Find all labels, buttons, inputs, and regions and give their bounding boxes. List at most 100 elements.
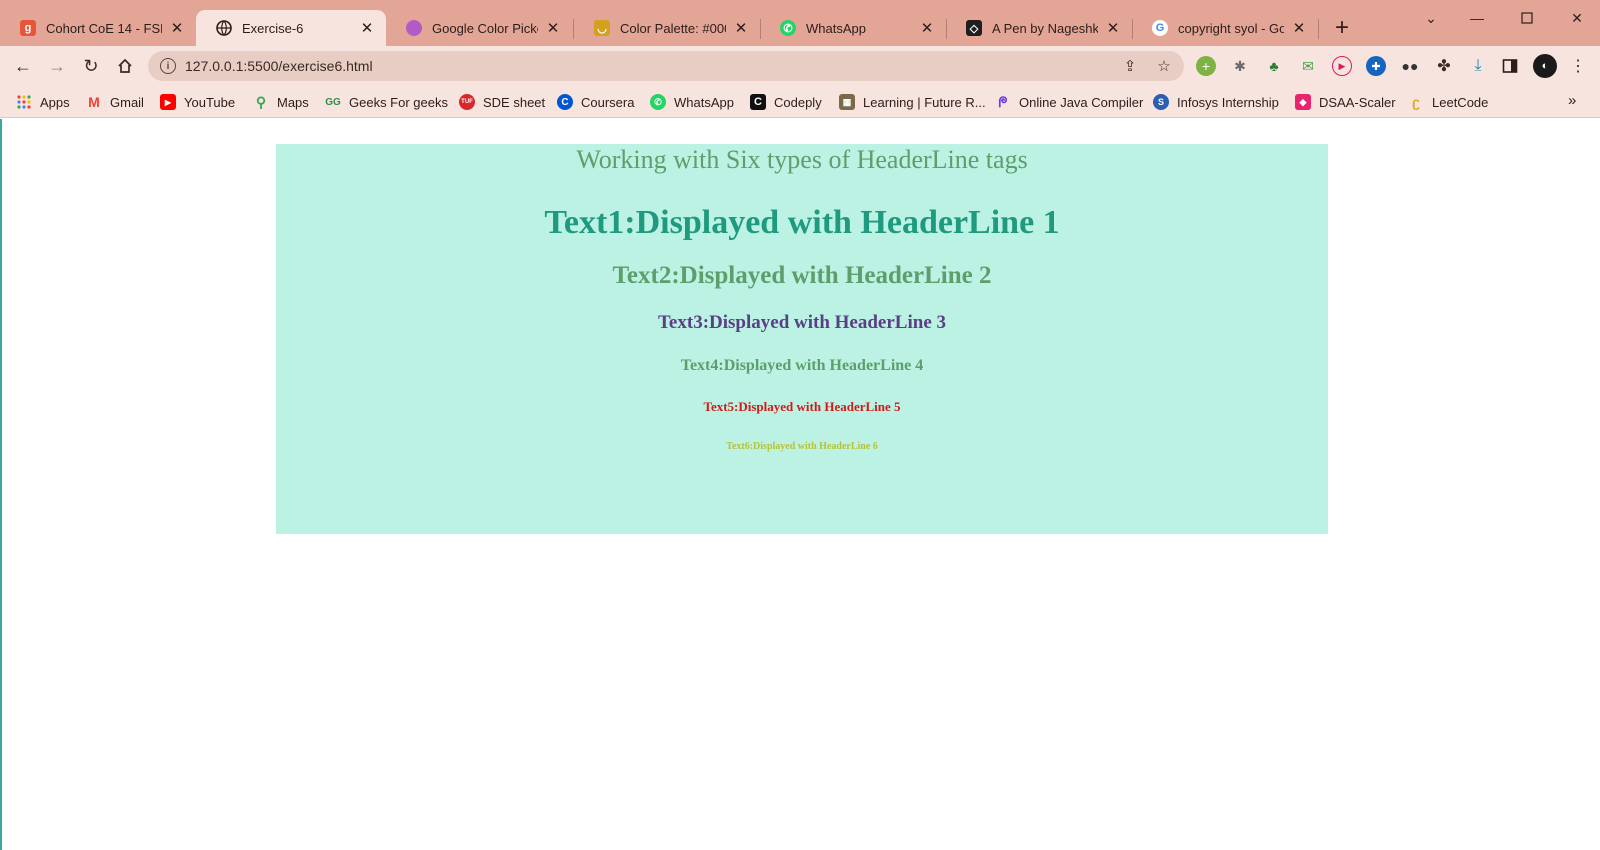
close-icon[interactable]: ✕ — [358, 19, 376, 37]
bookmark-label: LeetCode — [1432, 94, 1489, 110]
extension-play-icon[interactable]: ▶ — [1332, 56, 1352, 76]
close-icon[interactable]: ✕ — [1104, 19, 1122, 37]
extension-plus-icon[interactable]: + — [1196, 56, 1216, 76]
youtube-icon: ▶ — [160, 94, 176, 110]
paint-pot-icon: ◡ — [594, 20, 610, 36]
maximize-icon[interactable] — [1512, 8, 1542, 28]
extension-glasses-icon[interactable]: ●● — [1400, 56, 1420, 76]
heading-4: Text4:Displayed with HeaderLine 4 — [680, 357, 924, 374]
maps-pin-icon: ⚲ — [255, 93, 267, 110]
tab-title: Color Palette: #00000 — [620, 20, 726, 36]
browser-toolbar: ← → ↻ i 127.0.0.1:5500/exercise6.html ⇪ … — [0, 46, 1600, 86]
side-panel-icon[interactable] — [1500, 56, 1520, 76]
bookmark-codeply[interactable]: C Codeply — [750, 92, 822, 112]
scaler-icon: ◆ — [1295, 94, 1311, 110]
bookmark-label: Learning | Future R... — [863, 94, 986, 110]
tab-strip: g Cohort CoE 14 - FSD ✕ Exercise-6 ✕ Goo… — [0, 0, 1600, 46]
bookmark-java-compiler[interactable]: ᖘ Online Java Compiler — [995, 92, 1143, 112]
tab-cohort[interactable]: g Cohort CoE 14 - FSD ✕ — [0, 10, 196, 46]
bookmark-future-learning[interactable]: ▦ Learning | Future R... — [839, 92, 986, 112]
tab-title: WhatsApp — [806, 20, 866, 36]
minimize-icon[interactable]: — — [1462, 8, 1492, 28]
bookmark-label: Geeks For geeks — [349, 94, 448, 110]
share-icon[interactable]: ⇪ — [1120, 56, 1140, 76]
tab-title: A Pen by Nageshkass — [992, 20, 1098, 36]
leetcode-icon: ʗ — [1412, 94, 1420, 110]
close-icon[interactable]: ✕ — [544, 19, 562, 37]
bookmark-label: Gmail — [110, 94, 144, 110]
extension-cross-icon[interactable]: ✚ — [1366, 56, 1386, 76]
bookmark-star-icon[interactable]: ☆ — [1154, 56, 1174, 76]
bookmark-label: Infosys Internship — [1177, 94, 1279, 110]
bookmark-youtube[interactable]: ▶ YouTube — [160, 92, 235, 112]
bookmark-whatsapp[interactable]: ✆ WhatsApp — [650, 92, 734, 112]
site-info-icon[interactable]: i — [160, 58, 176, 74]
close-icon[interactable]: ✕ — [918, 19, 936, 37]
bookmark-label: DSAA-Scaler — [1319, 94, 1396, 110]
tab-exercise-6[interactable]: Exercise-6 ✕ — [196, 10, 386, 46]
heading-5: Text5:Displayed with HeaderLine 5 — [703, 399, 901, 414]
bookmark-leetcode[interactable]: ʗ LeetCode — [1408, 92, 1488, 112]
google-icon: G — [1152, 20, 1168, 36]
bookmark-label: Coursera — [581, 94, 635, 110]
bookmark-label: Online Java Compiler — [1019, 94, 1144, 110]
tab-color-palette[interactable]: ◡ Color Palette: #00000 ✕ — [574, 10, 760, 46]
tab-title: Google Color Picker | — [432, 20, 538, 36]
bookmark-apps[interactable]: Apps — [16, 92, 70, 112]
java-compiler-icon: ᖘ — [998, 93, 1008, 110]
header-tags-panel: Working with Six types of HeaderLine tag… — [276, 144, 1328, 534]
tab-title: copyright syol - Goo — [1178, 20, 1284, 36]
extension-inbox-icon[interactable]: ✉ — [1298, 56, 1318, 76]
download-icon[interactable]: ⤓ — [1468, 56, 1488, 76]
apps-grid-icon — [16, 94, 32, 110]
whatsapp-icon: ✆ — [780, 20, 796, 36]
future-icon: ▦ — [839, 94, 855, 110]
tab-search-icon[interactable]: ⌄ — [1416, 8, 1446, 28]
bookmarks-bar: Apps M Gmail ▶ YouTube ⚲ Maps GG Geeks F… — [0, 86, 1600, 118]
bookmark-label: Maps — [277, 94, 309, 110]
extension-bug-icon[interactable]: ✱ — [1230, 56, 1250, 76]
tab-whatsapp[interactable]: ✆ WhatsApp ✕ — [760, 10, 946, 46]
bookmark-maps[interactable]: ⚲ Maps — [253, 92, 309, 112]
heading-6: Text6:Displayed with HeaderLine 6 — [726, 441, 878, 452]
bookmark-scaler[interactable]: ◆ DSAA-Scaler — [1295, 92, 1396, 112]
bookmark-infosys[interactable]: S Infosys Internship — [1153, 92, 1279, 112]
codepen-icon: ◇ — [966, 20, 982, 36]
bookmark-geeks-for-geeks[interactable]: GG Geeks For geeks — [325, 92, 448, 112]
page-caption: Working with Six types of HeaderLine tag… — [576, 145, 1028, 174]
extension-tree-icon[interactable]: ♣ — [1264, 56, 1284, 76]
bookmark-sde-sheet[interactable]: TUF SDE sheet — [459, 92, 545, 112]
back-icon[interactable]: ← — [9, 52, 37, 80]
reload-icon[interactable]: ↻ — [77, 52, 105, 80]
bookmark-label: WhatsApp — [674, 94, 734, 110]
coursera-icon: C — [557, 94, 573, 110]
forward-icon[interactable]: → — [43, 52, 71, 80]
tab-title: Exercise-6 — [242, 20, 304, 36]
bookmark-coursera[interactable]: C Coursera — [557, 92, 634, 112]
bookmark-gmail[interactable]: M Gmail — [86, 92, 144, 112]
address-bar[interactable]: i 127.0.0.1:5500/exercise6.html ⇪ ☆ — [148, 51, 1184, 81]
home-icon[interactable] — [111, 52, 139, 80]
heading-1: Text1:Displayed with HeaderLine 1 — [544, 204, 1060, 241]
gfg-icon: GG — [325, 96, 341, 108]
codeply-icon: C — [750, 94, 766, 110]
tab-google-color-picker[interactable]: Google Color Picker | ✕ — [386, 10, 572, 46]
close-icon[interactable]: ✕ — [732, 19, 750, 37]
extensions-puzzle-icon[interactable]: ✤ — [1434, 56, 1454, 76]
close-icon[interactable]: ✕ — [1290, 19, 1308, 37]
whatsapp-icon: ✆ — [650, 94, 666, 110]
profile-avatar[interactable]: ◐ — [1533, 54, 1557, 78]
tab-title: Cohort CoE 14 - FSD — [46, 20, 162, 36]
window-close-icon[interactable]: ✕ — [1562, 8, 1592, 28]
bookmark-label: SDE sheet — [483, 94, 546, 110]
bookmark-label: Codeply — [774, 94, 822, 110]
heading-2: Text2:Displayed with HeaderLine 2 — [612, 262, 992, 289]
menu-kebab-icon[interactable]: ⋮ — [1568, 56, 1588, 76]
tab-google-search[interactable]: G copyright syol - Goo ✕ — [1132, 10, 1318, 46]
more-bookmarks-icon[interactable]: » — [1568, 92, 1576, 109]
tab-codepen[interactable]: ◇ A Pen by Nageshkass ✕ — [946, 10, 1132, 46]
close-icon[interactable]: ✕ — [168, 19, 186, 37]
bookmark-label: Apps — [40, 94, 70, 110]
new-tab-button[interactable]: + — [1328, 14, 1356, 42]
infosys-icon: S — [1153, 94, 1169, 110]
